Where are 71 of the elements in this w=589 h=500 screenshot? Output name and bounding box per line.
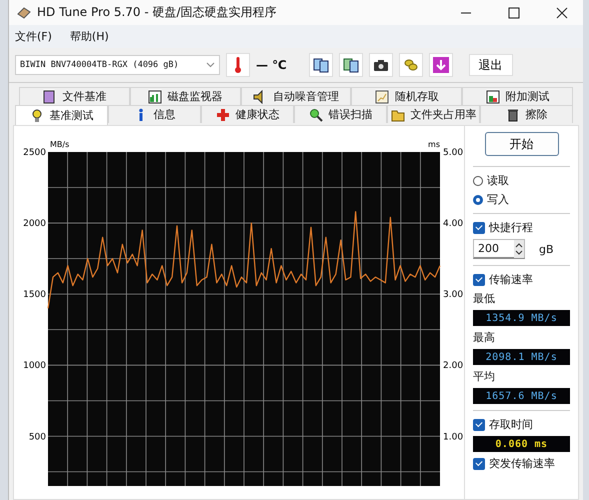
tab[interactable]: 磁盘监视器 [130,87,241,105]
axis-label: 5.00 [443,148,464,158]
caret-icon [206,62,215,68]
stat-readout: 1657.6 MB/s [473,388,570,404]
tab[interactable]: 自动噪音管理 [240,87,352,105]
document-icon [42,90,56,104]
axis-label: 500 [28,432,46,442]
coins-icon[interactable] [398,53,423,77]
magnifier-icon [308,108,322,122]
axis-unit: ms [428,140,440,149]
tab[interactable]: 信息 [108,105,201,123]
menu-item[interactable]: 文件(F) [15,29,52,44]
axis-label: 3.00 [443,290,464,300]
axis-label: 1500 [23,290,46,300]
menu-item[interactable]: 帮助(H) [70,29,109,44]
checkbox-label: 传输速率 [489,272,533,287]
stat-readout: 2098.1 MB/s [473,349,570,365]
tab[interactable]: 附加测试 [462,87,573,105]
folder-icon [390,108,404,122]
stat-readout: 1354.9 MB/s [473,310,570,326]
checkbox[interactable] [473,458,485,470]
access-time-readout: 0.060 ms [473,436,570,452]
tab[interactable]: 错误扫描 [294,105,387,123]
download-icon[interactable] [428,53,453,77]
axis-label: 2.00 [443,361,464,372]
checkbox-label: 突发传输速率 [489,456,555,471]
checkbox[interactable] [473,274,485,286]
bulb-icon [30,108,44,122]
checkbox-label: 快捷行程 [489,220,533,235]
tab[interactable]: 健康状态 [201,105,294,123]
tab[interactable]: 擦除 [480,105,573,123]
scatter-chart-icon [374,90,389,104]
stat-label: 最高 [473,330,496,345]
stat-label: 平均 [473,369,496,384]
axis-unit: MB/s [50,140,70,149]
thermometer-icon [226,53,250,77]
radio-button[interactable] [473,176,483,186]
axis-label: 1.00 [443,432,464,442]
chart-icon [486,90,500,104]
checkbox[interactable] [473,222,485,234]
radio-label: 写入 [487,192,509,207]
exit-button[interactable]: 退出 [468,54,513,76]
axis-label: 4.00 [443,219,464,230]
radio-button[interactable] [473,194,483,204]
spinner-icon[interactable] [514,240,524,258]
axis-label: 2500 [23,148,46,158]
tab[interactable]: 随机存取 [351,87,462,105]
temperature-reading: — ℃ [256,58,287,72]
copy-icon[interactable] [308,53,333,77]
camera-icon[interactable] [368,53,393,77]
drive-dropdown[interactable]: BIWIN BNV740004TB-RGX (4096 gB) [15,55,220,75]
unit-label: gB [539,242,554,256]
stat-label: 最低 [473,291,496,306]
checkbox[interactable] [473,418,485,430]
trash-icon [506,108,520,122]
tab[interactable]: 文件夹占用率 [387,105,480,123]
radio-label: 读取 [487,173,509,188]
axis-label: 1000 [23,361,46,372]
copy-icon[interactable] [338,53,363,77]
axis-label: 2000 [23,219,46,230]
spin-field[interactable]: 200 [473,239,525,259]
window-title: HD Tune Pro 5.70 - 硬盘/固态硬盘实用程序 [37,4,278,21]
start-button[interactable]: 开始 [484,132,558,156]
close-icon[interactable] [555,6,569,20]
app-icon [17,6,31,20]
monitor-chart-icon [148,90,162,104]
tab[interactable]: 基准测试 [15,105,108,125]
tab[interactable]: 文件基准 [19,87,130,105]
maximize-icon[interactable] [507,6,521,20]
checkbox-label: 存取时间 [489,417,533,432]
cross-icon [216,108,230,122]
